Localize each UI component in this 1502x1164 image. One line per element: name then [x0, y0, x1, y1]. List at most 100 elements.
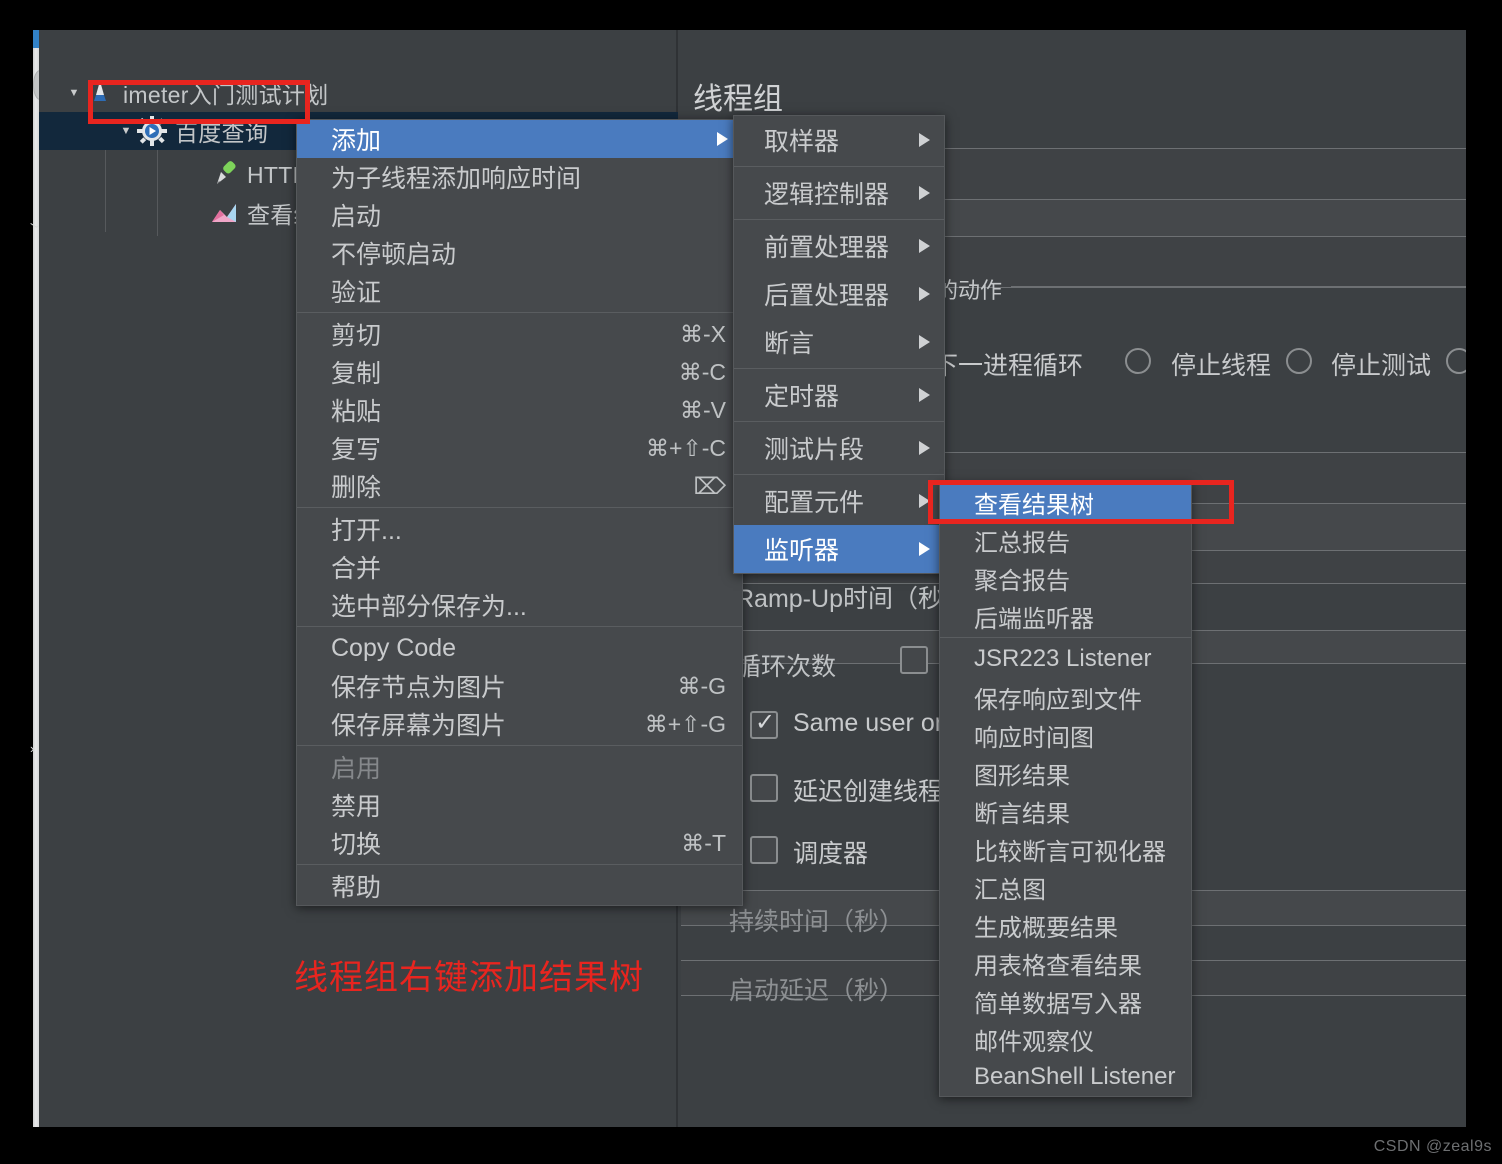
listener-submenu-item[interactable]: 邮件观察仪 — [940, 1020, 1191, 1058]
context-menu-item[interactable]: 启动 — [297, 196, 742, 234]
form-divider — [1011, 286, 1466, 287]
listener-submenu-item-label: 汇总图 — [974, 876, 1046, 904]
add-submenu-item[interactable]: 配置元件 — [734, 477, 944, 525]
listener-submenu-item[interactable]: 聚合报告 — [940, 559, 1191, 597]
listener-submenu-item-label: 断言结果 — [974, 800, 1070, 828]
listener-submenu-item[interactable]: 断言结果 — [940, 792, 1191, 830]
context-menu[interactable]: 添加 为子线程添加响应时间 启动 不停顿启动 验证 剪切 ⌘-X 复制 ⌘-C 粘贴 ⌘-V 复写 ⌘+… — [296, 119, 743, 906]
context-menu-item[interactable]: 切换 ⌘-T — [297, 824, 742, 862]
chevron-down-icon[interactable]: ▼ — [63, 87, 85, 99]
context-menu-item[interactable]: 验证 — [297, 272, 742, 310]
loop-forever-checkbox[interactable] — [900, 646, 928, 674]
context-menu-item[interactable]: 删除 ⌦ — [297, 467, 742, 505]
listener-submenu-item[interactable]: 响应时间图 — [940, 716, 1191, 754]
add-submenu-item[interactable]: 前置处理器 — [734, 222, 944, 270]
add-submenu-item[interactable]: 取样器 — [734, 116, 944, 164]
add-submenu-separator — [734, 219, 944, 220]
listener-submenu-item-label: 响应时间图 — [974, 724, 1094, 752]
listener-submenu-item[interactable]: 用表格查看结果 — [940, 944, 1191, 982]
rail-chevron-right-icon[interactable]: › — [30, 742, 34, 755]
context-menu-item[interactable]: 禁用 — [297, 786, 742, 824]
add-submenu-item-label: 监听器 — [764, 537, 840, 565]
context-menu-item-shortcut: ⌦ — [693, 472, 726, 499]
annotation-box-thread-group — [88, 80, 310, 124]
add-submenu-item[interactable]: 断言 — [734, 318, 944, 366]
chevron-right-icon — [919, 133, 930, 147]
add-submenu-separator — [734, 166, 944, 167]
field-label-duration: 持续时间（秒） — [729, 908, 905, 936]
context-menu-item-label: 复写 — [331, 436, 382, 464]
scheduler-checkbox[interactable] — [750, 836, 778, 864]
listener-submenu-item[interactable]: 后端监听器 — [940, 597, 1191, 635]
context-menu-item[interactable]: 合并 — [297, 548, 742, 586]
listener-submenu-separator — [940, 637, 1191, 638]
listener-submenu-item[interactable]: 比较断言可视化器 — [940, 830, 1191, 868]
radio-label-stop-thread: 停止线程 — [1171, 352, 1272, 380]
context-menu-item[interactable]: 帮助 — [297, 867, 742, 905]
listener-submenu-item[interactable]: JSR223 Listener — [940, 640, 1191, 678]
listener-submenu-item[interactable]: 汇总报告 — [940, 521, 1191, 559]
listener-submenu-item-label: JSR223 Listener — [974, 645, 1152, 672]
listener-submenu-item[interactable]: 图形结果 — [940, 754, 1191, 792]
context-menu-separator — [297, 626, 742, 627]
context-menu-item[interactable]: 复写 ⌘+⇧-C — [297, 429, 742, 467]
context-menu-item-label: 复制 — [331, 360, 382, 388]
context-menu-item-shortcut: ⌘-X — [680, 320, 726, 347]
context-menu-item-shortcut: ⌘-V — [680, 396, 726, 423]
context-menu-item-label: 启动 — [331, 203, 382, 231]
chevron-down-icon[interactable]: ▼ — [115, 125, 137, 137]
chevron-right-icon — [919, 239, 930, 253]
chevron-right-icon — [919, 388, 930, 402]
context-menu-item[interactable]: 添加 — [297, 120, 742, 158]
listener-submenu[interactable]: 查看结果树 汇总报告 聚合报告 后端监听器 JSR223 Listener 保存响应到文件… — [939, 482, 1192, 1097]
delay-thread-creation-checkbox[interactable] — [750, 774, 778, 802]
context-menu-item[interactable]: 剪切 ⌘-X — [297, 315, 742, 353]
same-user-checkbox[interactable] — [750, 708, 778, 739]
context-menu-item-shortcut: ⌘-G — [677, 672, 726, 699]
listener-submenu-item[interactable]: 保存响应到文件 — [940, 678, 1191, 716]
listener-submenu-item[interactable]: 生成概要结果 — [940, 906, 1191, 944]
radio-label-next-loop: 下一进程循环 — [933, 352, 1084, 380]
context-menu-item[interactable]: 为子线程添加响应时间 — [297, 158, 742, 196]
context-menu-item-label: 为子线程添加响应时间 — [331, 165, 582, 193]
listener-submenu-item-label: 汇总报告 — [974, 529, 1070, 557]
context-menu-item[interactable]: 保存屏幕为图片 ⌘+⇧-G — [297, 705, 742, 743]
add-submenu-separator — [734, 421, 944, 422]
context-menu-separator — [297, 864, 742, 865]
delay-thread-creation-label: 延迟创建线程î — [793, 778, 950, 806]
add-submenu-item[interactable]: 监听器 — [734, 525, 944, 573]
radio-stop-test[interactable] — [1446, 348, 1466, 374]
context-menu-item[interactable]: 不停顿启动 — [297, 234, 742, 272]
radio-next-loop[interactable] — [1125, 348, 1151, 374]
add-submenu-item[interactable]: 测试片段 — [734, 424, 944, 472]
context-menu-item[interactable]: 复制 ⌘-C — [297, 353, 742, 391]
radio-stop-thread[interactable] — [1286, 348, 1312, 374]
view-results-tree-icon — [209, 198, 239, 228]
chevron-right-icon — [919, 542, 930, 556]
context-menu-item[interactable]: 打开... — [297, 510, 742, 548]
add-submenu-item[interactable]: 定时器 — [734, 371, 944, 419]
context-menu-item[interactable]: 保存节点为图片 ⌘-G — [297, 667, 742, 705]
context-menu-item[interactable]: Copy Code — [297, 629, 742, 667]
action-group-label: 的动作 — [936, 278, 1003, 303]
chevron-right-icon — [919, 441, 930, 455]
add-submenu-item[interactable]: 后置处理器 — [734, 270, 944, 318]
context-menu-item[interactable]: 选中部分保存为... — [297, 586, 742, 624]
context-menu-item-shortcut: ⌘-T — [681, 829, 726, 856]
context-menu-separator — [297, 745, 742, 746]
same-user-label: Same user on — [793, 709, 949, 737]
context-menu-item-shortcut: ⌘+⇧-G — [644, 710, 726, 737]
add-submenu[interactable]: 取样器逻辑控制器前置处理器后置处理器 断言定时器测试片段配置元件监听器 — [733, 115, 945, 574]
add-submenu-separator — [734, 368, 944, 369]
annotation-box-view-results-tree — [928, 480, 1234, 524]
add-submenu-item-label: 取样器 — [764, 128, 840, 156]
context-menu-item-label: 合并 — [331, 555, 382, 583]
field-label-startup-delay: 启动延迟（秒） — [729, 977, 905, 1005]
add-submenu-item[interactable]: 逻辑控制器 — [734, 169, 944, 217]
listener-submenu-item[interactable]: 简单数据写入器 — [940, 982, 1191, 1020]
page-title: 线程组 — [693, 83, 783, 116]
listener-submenu-item[interactable]: BeanShell Listener — [940, 1058, 1191, 1096]
add-submenu-item-label: 前置处理器 — [764, 234, 890, 262]
listener-submenu-item[interactable]: 汇总图 — [940, 868, 1191, 906]
context-menu-item[interactable]: 粘贴 ⌘-V — [297, 391, 742, 429]
